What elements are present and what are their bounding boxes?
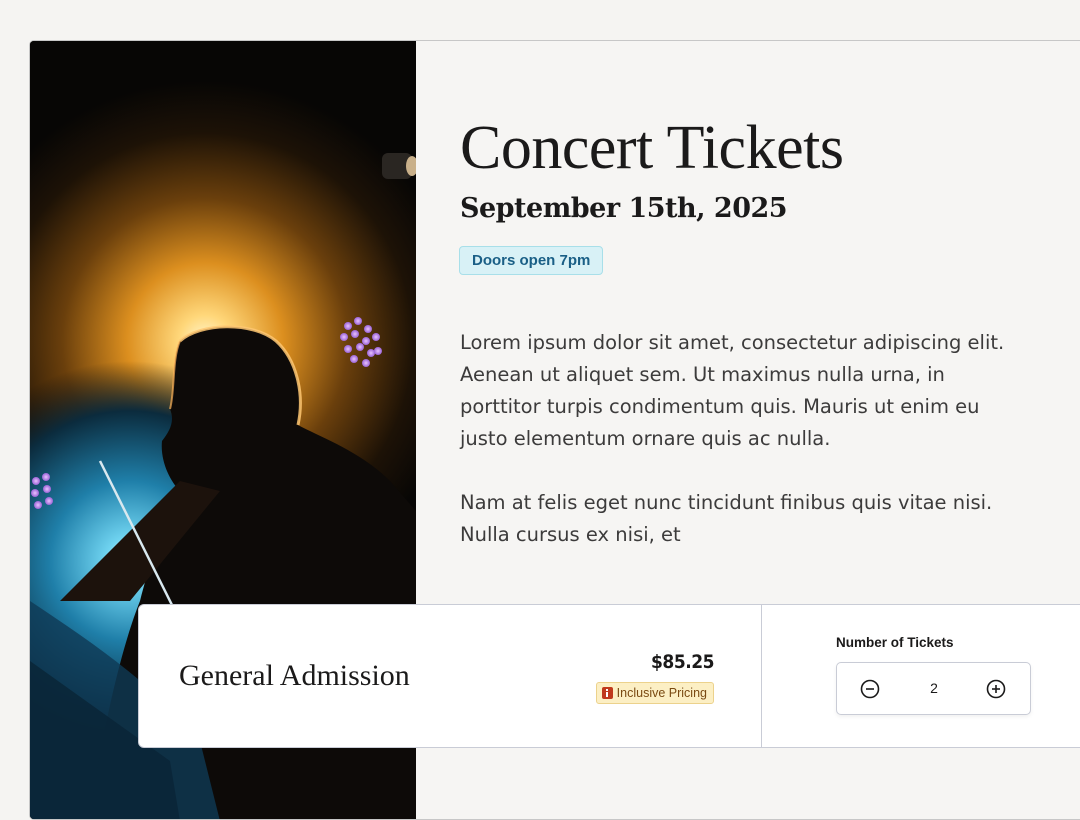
inclusive-pricing-badge: Inclusive Pricing — [595, 682, 714, 704]
doors-open-badge: Doors open 7pm — [459, 246, 604, 275]
minus-circle-icon — [860, 679, 880, 699]
info-icon — [601, 687, 613, 699]
ticket-price: $85.25 — [651, 651, 714, 673]
page-title: Concert Tickets — [460, 114, 844, 182]
increment-button[interactable] — [985, 678, 1007, 700]
quantity-stepper: 2 — [836, 662, 1031, 715]
ticket-type-name: General Admission — [179, 659, 410, 692]
description-paragraph: Lorem ipsum dolor sit amet, consectetur … — [460, 331, 1005, 450]
quantity-label: Number of Tickets — [836, 635, 954, 650]
event-description: Lorem ipsum dolor sit amet, consectetur … — [460, 327, 1030, 583]
decrement-button[interactable] — [859, 678, 881, 700]
event-date: September 15th, 2025 — [460, 193, 788, 224]
pricing-badge-label: Inclusive Pricing — [616, 686, 707, 700]
ticket-row: General Admission $85.25 Inclusive Prici… — [138, 604, 1080, 748]
quantity-value[interactable]: 2 — [917, 680, 951, 696]
description-paragraph: Nam at felis eget nunc tincidunt finibus… — [460, 491, 993, 546]
divider — [761, 605, 762, 747]
plus-circle-icon — [986, 679, 1006, 699]
